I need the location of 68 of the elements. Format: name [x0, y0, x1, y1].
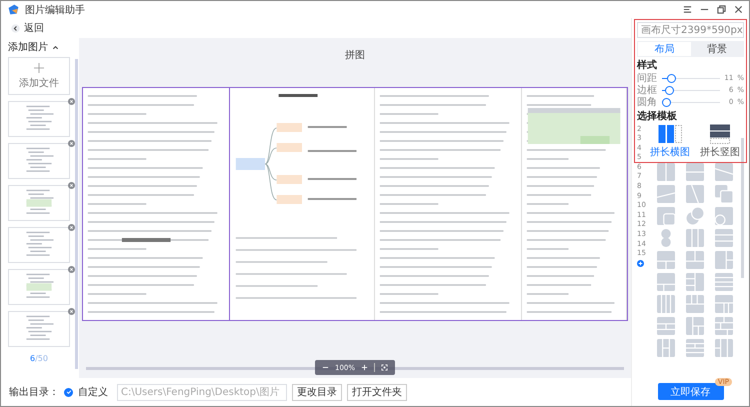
layout-icon[interactable]: [657, 163, 675, 181]
section-heading: 样式: [637, 59, 658, 72]
zoom-in-icon[interactable]: [361, 364, 368, 371]
save-button[interactable]: 立即保存: [658, 383, 724, 400]
layout-icon: [658, 124, 682, 144]
path-field[interactable]: C:\Users\FengPing\Desktop\图片: [117, 384, 287, 400]
page-total: /50: [35, 354, 48, 363]
layout-icon[interactable]: [715, 295, 733, 313]
layout-icon[interactable]: [657, 339, 675, 357]
folder-button[interactable]: 更改目录: [292, 384, 342, 400]
layout-icon: [708, 124, 732, 144]
back-button[interactable]: 返回: [9, 20, 46, 36]
layout-icon[interactable]: [686, 207, 704, 225]
layout-icon[interactable]: [686, 273, 704, 291]
back-icon: [11, 24, 20, 32]
add-file-button[interactable]: 添加文件: [8, 57, 70, 95]
zoom-out-icon[interactable]: [322, 364, 329, 371]
layout-icon[interactable]: [715, 251, 733, 269]
checkbox[interactable]: [64, 388, 73, 396]
canvas-title: 拼图: [344, 50, 366, 62]
fit-screen-icon[interactable]: [381, 364, 388, 371]
slider-thumb[interactable]: [662, 98, 671, 106]
layout-icon[interactable]: [715, 229, 733, 247]
layout-icon[interactable]: [715, 317, 733, 335]
layout-icon[interactable]: [686, 163, 704, 181]
slider-label: 边框: [637, 84, 658, 97]
layout-icon[interactable]: [657, 295, 675, 313]
restore-icon[interactable]: [717, 5, 726, 14]
section-heading: 添加图片: [8, 40, 48, 54]
layout-icon[interactable]: [657, 251, 675, 269]
template-option[interactable]: 拼长横图: [650, 124, 690, 159]
logo-icon: [7, 3, 20, 16]
layout-icon[interactable]: [715, 185, 733, 203]
output-label: 输出目录：: [9, 386, 59, 399]
layout-icon[interactable]: [686, 339, 704, 357]
slider-label: 间距: [637, 72, 658, 84]
caret-icon[interactable]: [52, 44, 59, 50]
template-option[interactable]: 拼长竖图: [700, 124, 740, 159]
layout-icon[interactable]: [715, 273, 733, 291]
layout-icon[interactable]: [715, 339, 733, 357]
size-select[interactable]: 画布尺寸2399*590px: [637, 22, 744, 38]
layout-icon[interactable]: [657, 185, 675, 203]
close-icon[interactable]: [734, 5, 743, 14]
plus-icon: [34, 62, 44, 72]
layout-icon[interactable]: [657, 273, 675, 291]
layout-icon[interactable]: [715, 207, 733, 225]
slider-thumb[interactable]: [664, 86, 674, 94]
tab[interactable]: 背景: [690, 42, 743, 56]
layout-icon[interactable]: [715, 163, 733, 181]
layout-icon[interactable]: [657, 207, 675, 225]
tab[interactable]: 布局: [638, 42, 690, 56]
menu-icon[interactable]: [683, 5, 692, 14]
scrollbar[interactable]: [75, 59, 78, 369]
folder-button[interactable]: 打开文件夹: [347, 384, 407, 400]
checkbox-label[interactable]: 自定义: [78, 385, 108, 399]
layout-icon[interactable]: [686, 229, 704, 247]
layout-icon[interactable]: [657, 317, 675, 335]
layout-icon[interactable]: [686, 295, 704, 313]
add-icon[interactable]: [637, 260, 644, 268]
slider-label: 圆角: [637, 96, 658, 109]
scrollbar[interactable]: [741, 138, 744, 278]
slider-thumb[interactable]: [667, 74, 676, 82]
section-heading: 选择模板: [637, 110, 678, 123]
layout-icon[interactable]: [686, 185, 704, 203]
layout-icon[interactable]: [686, 251, 704, 269]
page-count: 6: [30, 354, 36, 363]
window-title: 图片编辑助手: [25, 4, 85, 16]
layout-icon[interactable]: [686, 317, 704, 335]
